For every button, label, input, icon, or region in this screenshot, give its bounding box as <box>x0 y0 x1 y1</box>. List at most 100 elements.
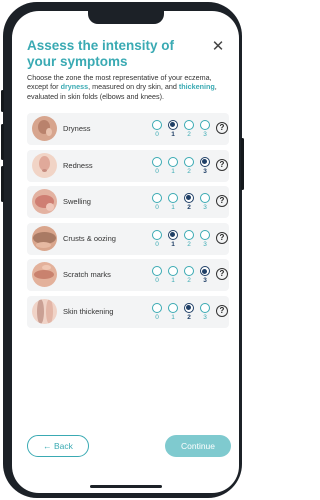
phone-side-button <box>1 124 4 160</box>
intensity-number: 2 <box>187 313 191 321</box>
phone-side-button <box>1 166 4 202</box>
intensity-option[interactable]: 3 <box>199 266 211 284</box>
radio-button[interactable] <box>152 156 162 167</box>
intensity-option[interactable]: 2 <box>183 156 195 175</box>
intensity-number: 0 <box>155 240 159 248</box>
intensity-option[interactable]: 1 <box>167 229 179 248</box>
symptom-photo <box>32 298 57 324</box>
intensity-option[interactable]: 2 <box>183 266 195 284</box>
arrow-left-icon: ← <box>43 441 52 451</box>
intensity-number: 3 <box>203 167 207 175</box>
symptom-row: Redness 0 1 2 3? <box>27 149 229 182</box>
radio-button[interactable] <box>168 266 178 277</box>
intensity-scale: 0 1 2 3 <box>151 302 211 325</box>
intensity-number: 0 <box>155 313 159 321</box>
intensity-option[interactable]: 1 <box>167 266 179 284</box>
intensity-option[interactable]: 1 <box>167 302 179 321</box>
radio-button[interactable] <box>168 120 178 130</box>
intensity-option[interactable]: 0 <box>151 156 163 175</box>
radio-button[interactable] <box>168 193 178 204</box>
intensity-option[interactable]: 0 <box>151 266 163 284</box>
intensity-number: 0 <box>155 131 159 138</box>
help-icon[interactable]: ? <box>216 122 228 134</box>
back-button[interactable]: ← Back <box>27 435 89 457</box>
symptom-photo <box>32 152 57 178</box>
intro-text: Choose the zone the most representative … <box>27 73 227 101</box>
radio-button[interactable] <box>168 229 178 240</box>
radio-button[interactable] <box>184 302 194 313</box>
intensity-option[interactable]: 2 <box>183 229 195 248</box>
intensity-option[interactable]: 3 <box>199 229 211 248</box>
radio-button[interactable] <box>184 266 194 277</box>
radio-button[interactable] <box>152 120 162 130</box>
radio-button[interactable] <box>200 156 210 167</box>
symptom-label: Crusts & oozing <box>63 233 116 243</box>
radio-button[interactable] <box>200 266 210 277</box>
intensity-number: 0 <box>155 277 159 285</box>
intensity-option[interactable]: 0 <box>151 229 163 248</box>
radio-button[interactable] <box>152 266 162 277</box>
intensity-number: 2 <box>187 204 191 212</box>
symptom-row: Skin thickening 0 1 2 3? <box>27 295 229 328</box>
intro-highlight-dryness: dryness <box>60 82 89 92</box>
radio-button[interactable] <box>200 229 210 240</box>
intensity-scale: 0 1 2 3 <box>151 156 211 179</box>
intensity-option[interactable]: 2 <box>183 302 195 321</box>
intro-highlight-thickening: thickening <box>178 82 215 92</box>
symptom-photo <box>32 189 57 215</box>
intensity-option[interactable]: 0 <box>151 302 163 321</box>
radio-button[interactable] <box>168 302 178 313</box>
symptom-row: Scratch marks 0 1 2 3? <box>27 259 229 292</box>
help-icon[interactable]: ? <box>216 304 228 317</box>
radio-button[interactable] <box>200 193 210 204</box>
intro-text-part: , measured on dry skin, and <box>88 82 179 92</box>
intensity-scale: 0 1 2 3 <box>151 193 211 215</box>
intensity-option[interactable]: 3 <box>199 302 211 321</box>
intensity-number: 2 <box>187 167 191 175</box>
radio-button[interactable] <box>184 156 194 167</box>
symptom-row: Dryness 0 1 2 3? <box>27 113 229 145</box>
radio-button[interactable] <box>200 120 210 130</box>
radio-button[interactable] <box>152 229 162 240</box>
symptom-label: Scratch marks <box>63 270 111 280</box>
app-screen: Assess the intensity of your symptoms ✕ … <box>12 11 239 493</box>
symptom-photo <box>32 225 57 251</box>
intensity-option[interactable]: 3 <box>199 193 211 211</box>
help-icon[interactable]: ? <box>216 268 228 281</box>
phone-frame: Assess the intensity of your symptoms ✕ … <box>1 2 244 498</box>
page-title: Assess the intensity of your symptoms <box>27 38 175 69</box>
radio-button[interactable] <box>184 120 194 130</box>
intensity-option[interactable]: 2 <box>183 193 195 211</box>
help-icon[interactable]: ? <box>216 231 228 244</box>
intensity-option[interactable]: 0 <box>151 193 163 211</box>
intensity-number: 3 <box>203 131 207 138</box>
intensity-scale: 0 1 2 3 <box>151 266 211 288</box>
symptom-label: Swelling <box>63 197 91 207</box>
radio-button[interactable] <box>184 193 194 204</box>
radio-button[interactable] <box>168 156 178 167</box>
intensity-option[interactable]: 1 <box>167 193 179 211</box>
help-icon[interactable]: ? <box>216 195 228 208</box>
intensity-option[interactable]: 0 <box>151 120 163 138</box>
radio-button[interactable] <box>184 229 194 240</box>
symptom-row: Crusts & oozing 0 1 2 3? <box>27 222 229 255</box>
help-icon[interactable]: ? <box>216 158 228 171</box>
radio-button[interactable] <box>152 193 162 204</box>
radio-button[interactable] <box>200 302 210 313</box>
intensity-number: 1 <box>171 240 175 248</box>
intensity-option[interactable]: 1 <box>167 156 179 175</box>
intensity-option[interactable]: 3 <box>199 156 211 175</box>
intensity-number: 3 <box>203 240 207 248</box>
symptom-photo <box>32 116 57 141</box>
intensity-number: 2 <box>187 240 191 248</box>
close-icon[interactable]: ✕ <box>211 39 225 54</box>
home-indicator <box>89 485 162 488</box>
intensity-number: 3 <box>203 277 207 285</box>
intensity-option[interactable]: 3 <box>199 120 211 138</box>
intensity-number: 3 <box>203 313 207 321</box>
intensity-option[interactable]: 2 <box>183 120 195 138</box>
continue-button[interactable]: Continue <box>165 435 231 457</box>
radio-button[interactable] <box>152 302 162 313</box>
intensity-scale: 0 1 2 3 <box>151 120 211 142</box>
intensity-option[interactable]: 1 <box>167 120 179 138</box>
